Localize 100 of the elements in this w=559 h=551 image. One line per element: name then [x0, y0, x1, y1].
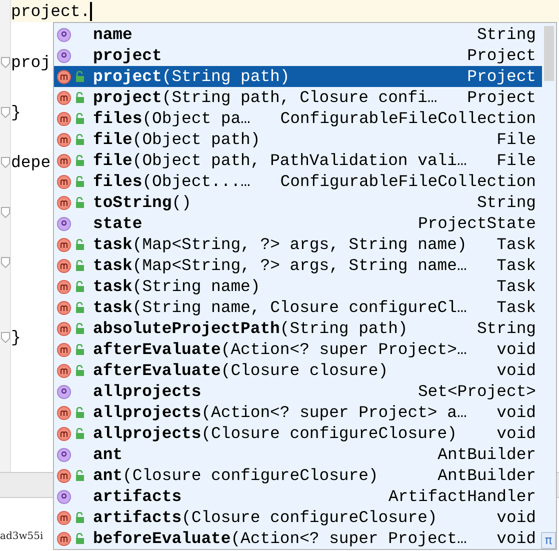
return-type: Set<Project> — [418, 382, 536, 401]
code-line: depe — [11, 153, 51, 172]
code-line: project. — [11, 2, 90, 20]
method-icon — [57, 70, 71, 84]
completion-item[interactable]: task(String name) Task — [54, 276, 542, 297]
fold-marker-icon[interactable] — [1, 107, 10, 118]
property-icon — [57, 216, 71, 230]
fold-marker-icon[interactable] — [1, 207, 10, 218]
method-icon — [57, 154, 71, 168]
return-type: Task — [496, 277, 536, 296]
completion-item[interactable]: files(Object...… ConfigurableFileCollection — [54, 171, 542, 192]
completion-item[interactable]: files(Object pa… ConfigurableFileCollection — [54, 108, 542, 129]
return-type: String — [476, 319, 536, 338]
property-icon — [57, 48, 71, 62]
return-type: Project — [467, 88, 536, 107]
member-signature: file(Object path, PathValidation vali… — [93, 151, 468, 170]
unlocked-padlock-icon — [75, 260, 85, 271]
member-signature: absoluteProjectPath(String path) — [93, 319, 409, 338]
return-type: void — [496, 529, 536, 548]
property-icon — [57, 28, 71, 42]
member-signature: allprojects(Action<? super Project> a… — [93, 403, 468, 422]
completion-item[interactable]: absoluteProjectPath(String path) String — [54, 318, 542, 339]
completion-item[interactable]: project Project — [54, 45, 542, 66]
completion-item[interactable]: name String — [54, 24, 542, 45]
code-line: } — [11, 328, 21, 347]
fold-marker-icon[interactable] — [1, 157, 10, 168]
scrollbar-thumb[interactable] — [544, 26, 554, 81]
completion-item[interactable]: allprojects(Action<? super Project> a… void — [54, 402, 542, 423]
unlocked-padlock-icon — [75, 239, 85, 250]
method-icon — [57, 532, 71, 546]
member-signature: artifacts — [93, 487, 183, 506]
method-icon — [57, 510, 71, 524]
unlocked-padlock-icon — [75, 323, 85, 334]
method-icon — [57, 406, 71, 420]
property-icon — [57, 448, 71, 462]
member-signature: allprojects — [93, 382, 202, 401]
unlocked-padlock-icon — [75, 365, 85, 376]
method-icon — [57, 174, 71, 188]
completion-item[interactable]: toString() String — [54, 192, 542, 213]
unlocked-padlock-icon — [75, 134, 85, 145]
method-icon — [57, 196, 71, 210]
return-type: ConfigurableFileCollection — [280, 172, 536, 191]
completion-item[interactable]: state ProjectState — [54, 213, 542, 234]
pi-symbol[interactable]: π — [541, 532, 556, 549]
return-type: String — [476, 193, 536, 212]
completion-item[interactable]: ant(Closure configureClosure) AntBuilder — [54, 465, 542, 486]
completion-item[interactable]: project(String path, Closure confi… Project — [54, 87, 542, 108]
unlocked-padlock-icon — [75, 407, 85, 418]
method-icon — [57, 90, 71, 104]
code-line: proj — [11, 53, 51, 72]
return-type: void — [496, 424, 536, 443]
return-type: Task — [496, 235, 536, 254]
member-signature: project — [93, 46, 163, 65]
member-signature: task(Map<String, ?> args, String name) — [93, 235, 468, 254]
unlocked-padlock-icon — [75, 197, 85, 208]
member-signature: task(String name, Closure configureCl… — [93, 298, 468, 317]
unlocked-padlock-icon — [75, 92, 85, 103]
completion-item[interactable]: allprojects Set<Project> — [54, 381, 542, 402]
status-text: ad3w55i — [0, 531, 44, 542]
text-caret — [90, 2, 92, 20]
method-icon — [57, 132, 71, 146]
completion-item[interactable]: task(Map<String, ?> args, String name) Task — [54, 234, 542, 255]
fold-marker-icon[interactable] — [1, 332, 10, 343]
completion-item[interactable]: file(Object path, PathValidation vali… File — [54, 150, 542, 171]
completion-item[interactable]: beforeEvaluate(Action<? super Project… void — [54, 528, 542, 549]
completion-item[interactable]: task(String name, Closure configureCl… Task — [54, 297, 542, 318]
unlocked-padlock-icon — [75, 344, 85, 355]
fold-marker-icon[interactable] — [1, 57, 10, 68]
member-signature: toString() — [93, 193, 192, 212]
unlocked-padlock-icon — [75, 533, 85, 544]
completion-item[interactable]: file(Object path) File — [54, 129, 542, 150]
unlocked-padlock-icon — [75, 113, 85, 124]
completion-item[interactable]: afterEvaluate(Action<? super Project>… void — [54, 339, 542, 360]
member-signature: ant(Closure configureClosure) — [93, 466, 380, 485]
return-type: Project — [467, 46, 536, 65]
member-signature: files(Object pa… — [93, 109, 252, 128]
unlocked-padlock-icon — [75, 176, 85, 187]
fold-marker-icon[interactable] — [1, 257, 10, 268]
method-icon — [57, 112, 71, 126]
return-type: AntBuilder — [438, 466, 536, 485]
method-icon — [57, 426, 71, 440]
completion-item[interactable]: afterEvaluate(Closure closure) void — [54, 360, 542, 381]
member-signature: files(Object...… — [93, 172, 252, 191]
completion-item[interactable]: project(String path) Project — [54, 66, 542, 87]
member-signature: name — [93, 25, 134, 44]
completion-item[interactable]: allprojects(Closure configureClosure) void — [54, 423, 542, 444]
completion-item[interactable]: artifacts(Closure configureClosure) void — [54, 507, 542, 528]
method-icon — [57, 258, 71, 272]
completion-item[interactable]: ant AntBuilder — [54, 444, 542, 465]
completion-item[interactable]: artifacts ArtifactHandler — [54, 486, 542, 507]
return-type: ArtifactHandler — [388, 487, 536, 506]
return-type: void — [496, 403, 536, 422]
return-type: void — [496, 340, 536, 359]
member-signature: ant — [93, 445, 124, 464]
return-type: void — [496, 361, 536, 380]
completion-item[interactable]: task(Map<String, ?> args, String name… Task — [54, 255, 542, 276]
method-icon — [57, 300, 71, 314]
code-line: } — [11, 103, 21, 122]
return-type: Project — [467, 67, 536, 86]
unlocked-padlock-icon — [75, 281, 85, 292]
